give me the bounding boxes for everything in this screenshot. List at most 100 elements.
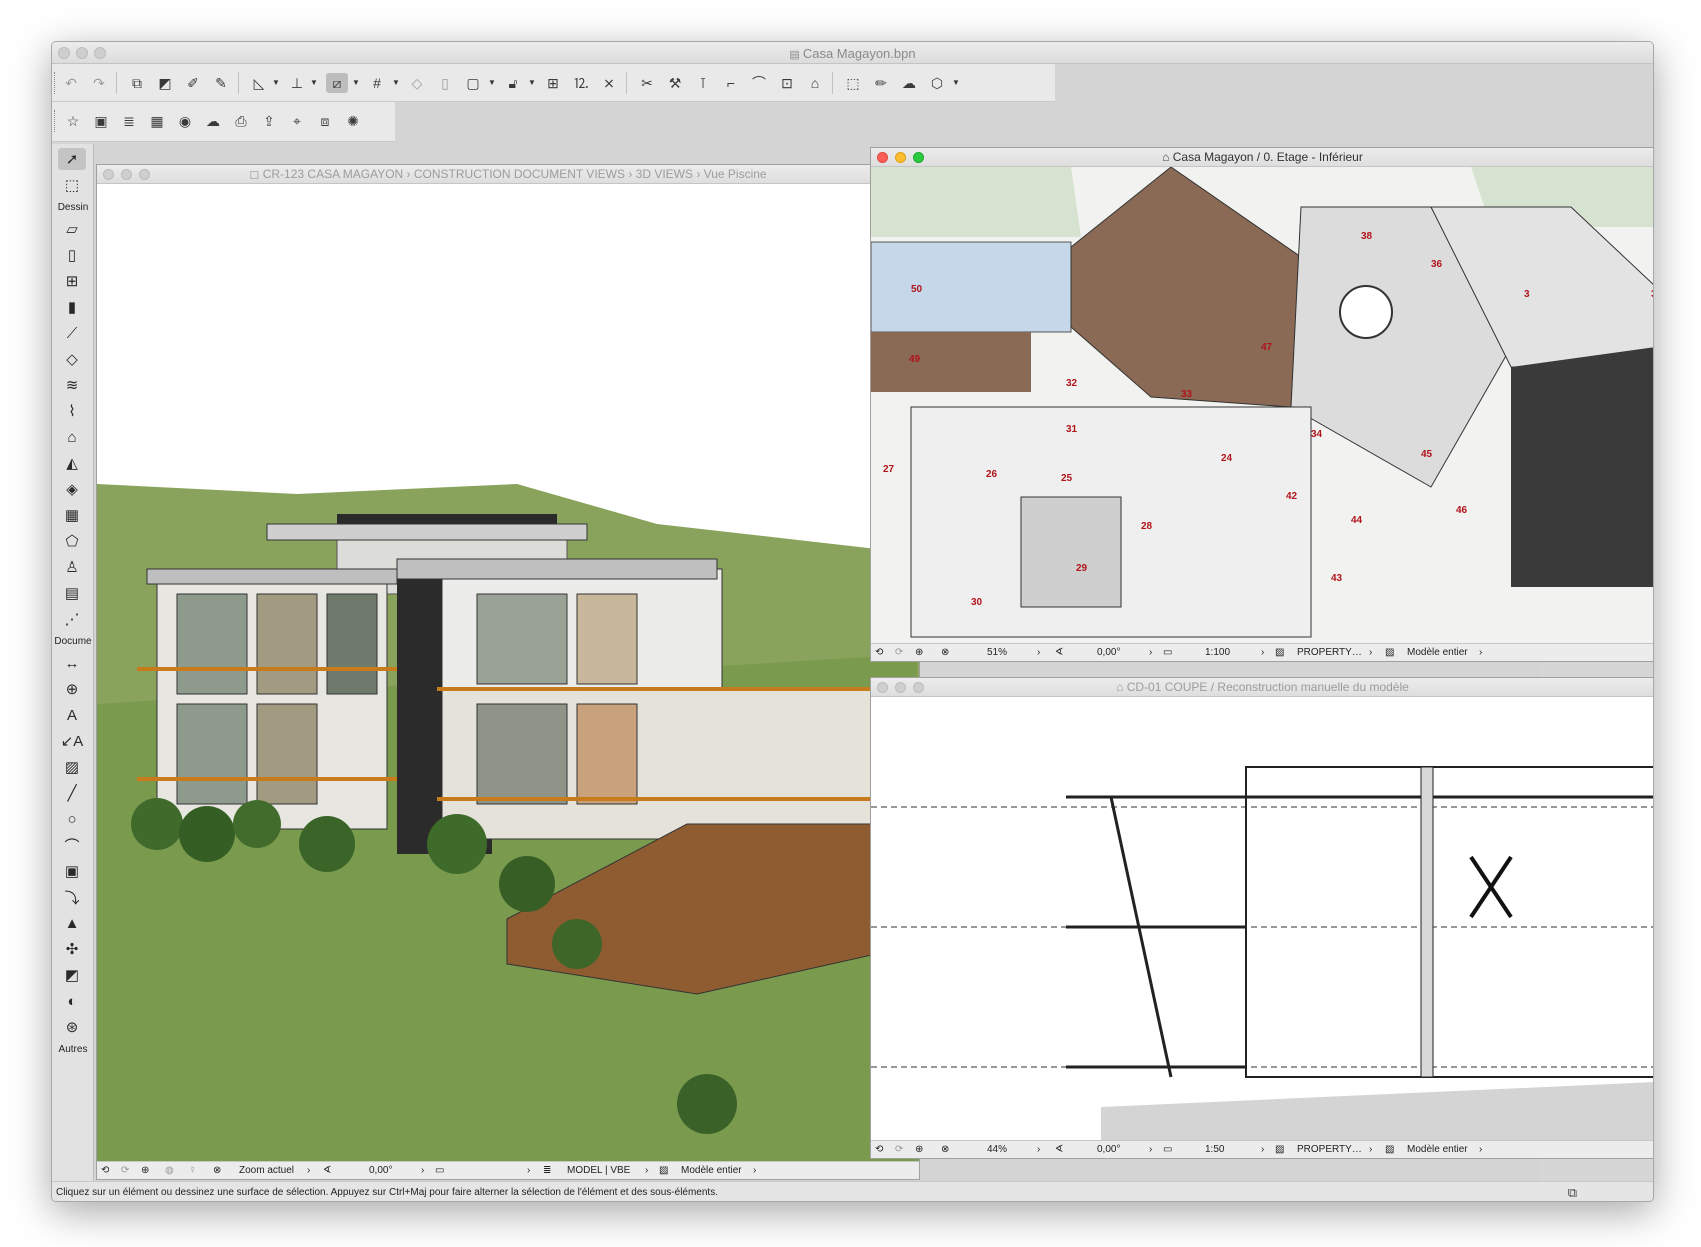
railing-icon[interactable]: ⌇ [58, 400, 86, 422]
undo-icon[interactable]: ↶ [60, 73, 82, 93]
zoom-value[interactable]: 51% [987, 647, 1007, 658]
room-number-label[interactable]: 44 [1351, 515, 1363, 526]
scale-value[interactable]: 1:100 [1205, 647, 1230, 658]
dimension-icon[interactable]: ↔ [58, 652, 86, 674]
roof-trim-icon[interactable]: ⌂ [804, 73, 826, 93]
rotate-icon[interactable]: ⟲ [875, 1144, 883, 1155]
marquee-icon[interactable]: ⬚ [58, 174, 86, 196]
room-number-label[interactable]: 38 [1361, 231, 1373, 242]
selection-icon[interactable]: ⬚ [842, 73, 864, 93]
text-icon[interactable]: A [58, 704, 86, 726]
label-icon[interactable]: ↙A [58, 730, 86, 752]
room-number-label[interactable]: 33 [1181, 389, 1193, 400]
chevron-down-icon[interactable]: ▼ [488, 78, 496, 87]
fit-icon[interactable]: ⊗ [941, 1144, 949, 1155]
minimize-button[interactable] [121, 169, 132, 180]
select-arrow-icon[interactable]: ➚ [58, 148, 86, 170]
room-number-label[interactable]: 42 [1286, 491, 1298, 502]
section-icon[interactable]: ⤵ [58, 886, 86, 908]
chevron-right-icon[interactable]: › [1369, 1144, 1372, 1155]
window-layout-icon[interactable]: ⧉ [1568, 1185, 1577, 1201]
room-number-label[interactable]: 49 [909, 354, 921, 365]
angle-value[interactable]: 0,00° [1097, 1144, 1120, 1155]
chevron-right-icon[interactable]: › [1149, 1144, 1152, 1155]
chevron-right-icon[interactable]: › [1037, 1144, 1040, 1155]
box-icon[interactable]: ▢ [462, 73, 484, 93]
spline-icon[interactable]: ⌒ [58, 834, 86, 856]
3d-box-icon[interactable]: ⬡ [926, 73, 948, 93]
syringe-icon[interactable]: ✎ [210, 73, 232, 93]
close-button[interactable] [877, 682, 888, 693]
column-icon[interactable]: ▮ [58, 296, 86, 318]
pen-set-value[interactable]: PROPERTY… [1297, 1144, 1362, 1155]
zoom-in-icon[interactable]: ⊕ [915, 1144, 923, 1155]
display-order-icon[interactable]: ⒓ [570, 73, 592, 93]
room-number-label[interactable]: 28 [1141, 521, 1153, 532]
worksheet-icon[interactable]: ◐ [58, 990, 86, 1012]
3d-view-window[interactable]: ◻︎ CR-123 CASA MAGAYON › CONSTRUCTION DO… [96, 164, 920, 1180]
cloud-icon[interactable]: ☁ [898, 73, 920, 93]
room-number-label[interactable]: 24 [1221, 453, 1233, 464]
ungroup-icon[interactable]: ⨯ [598, 73, 620, 93]
render-icon[interactable]: ✺ [342, 111, 364, 131]
beam-icon[interactable]: ⟋ [58, 322, 86, 344]
chevron-right-icon[interactable]: › [1261, 647, 1264, 658]
mesh-terrain-icon[interactable]: ⋰ [58, 608, 86, 630]
object-icon[interactable]: ♙ [58, 556, 86, 578]
zoom-button[interactable] [139, 169, 150, 180]
fit-icon[interactable]: ⊗ [941, 647, 949, 658]
gravity-icon[interactable]: ◇ [406, 73, 428, 93]
room-number-label[interactable]: 34 [1311, 429, 1323, 440]
curtain-wall-icon[interactable]: ▦ [58, 504, 86, 526]
stair-icon[interactable]: ≋ [58, 374, 86, 396]
model-view-option[interactable]: Modèle entier [1407, 1144, 1468, 1155]
pen-set-value[interactable]: PROPERTY… [1297, 647, 1362, 658]
zone-icon[interactable]: ▤ [58, 582, 86, 604]
close-button[interactable] [103, 169, 114, 180]
chevron-right-icon[interactable]: › [1149, 647, 1152, 658]
line-icon[interactable]: ╱ [58, 782, 86, 804]
angle-value[interactable]: 0,00° [369, 1165, 392, 1176]
chevron-right-icon[interactable]: › [1369, 647, 1372, 658]
rotate-icon[interactable]: ⟲ [875, 647, 883, 658]
redo-view-icon[interactable]: ⟳ [895, 1144, 903, 1155]
globe-icon[interactable]: ◉ [174, 111, 196, 131]
chevron-right-icon[interactable]: › [1479, 1144, 1482, 1155]
room-number-label[interactable]: 3 [1524, 289, 1530, 300]
circle-icon[interactable]: ○ [58, 808, 86, 830]
detail-icon[interactable]: ◩ [58, 964, 86, 986]
chevron-right-icon[interactable]: › [1261, 1144, 1264, 1155]
figure-icon[interactable]: ▣ [58, 860, 86, 882]
pick-up-parameters-icon[interactable]: ⧉ [126, 73, 148, 93]
room-number-label[interactable]: 31 [1066, 424, 1078, 435]
wall-icon[interactable]: ▱ [58, 218, 86, 240]
chevron-right-icon[interactable]: › [753, 1165, 756, 1176]
morph-icon[interactable]: ⬠ [58, 530, 86, 552]
chevron-down-icon[interactable]: ▼ [528, 78, 536, 87]
intersect-icon[interactable]: ⌐ [720, 73, 742, 93]
room-number-label[interactable]: 36 [1431, 259, 1443, 270]
room-number-label[interactable]: 29 [1076, 563, 1088, 574]
room-number-label[interactable]: 50 [911, 284, 923, 295]
slab-icon[interactable]: ◇ [58, 348, 86, 370]
zoom-value[interactable]: 44% [987, 1144, 1007, 1155]
toolbar-grip[interactable] [54, 72, 56, 94]
close-button[interactable] [877, 152, 888, 163]
fill-icon[interactable]: ▨ [58, 756, 86, 778]
construction-elements-icon[interactable]: ⧄ [326, 73, 348, 93]
room-number-label[interactable]: 26 [986, 469, 998, 480]
chevron-right-icon[interactable]: › [307, 1165, 310, 1176]
grid-icon[interactable]: ✣ [58, 938, 86, 960]
zoom-button[interactable] [913, 152, 924, 163]
change-icon[interactable]: ⊛ [58, 1016, 86, 1038]
split-icon[interactable]: ✂ [636, 73, 658, 93]
favorites-star-icon[interactable]: ☆ [62, 111, 84, 131]
minimize-button[interactable] [895, 682, 906, 693]
redo-view-icon[interactable]: ⟳ [895, 647, 903, 658]
room-number-label[interactable]: 37 [1651, 289, 1654, 300]
layout-icon[interactable]: ▣ [90, 111, 112, 131]
room-number-label[interactable]: 25 [1061, 473, 1073, 484]
chevron-right-icon[interactable]: › [1037, 647, 1040, 658]
fit-icon[interactable]: ⊗ [213, 1165, 221, 1176]
chevron-right-icon[interactable]: › [527, 1165, 530, 1176]
